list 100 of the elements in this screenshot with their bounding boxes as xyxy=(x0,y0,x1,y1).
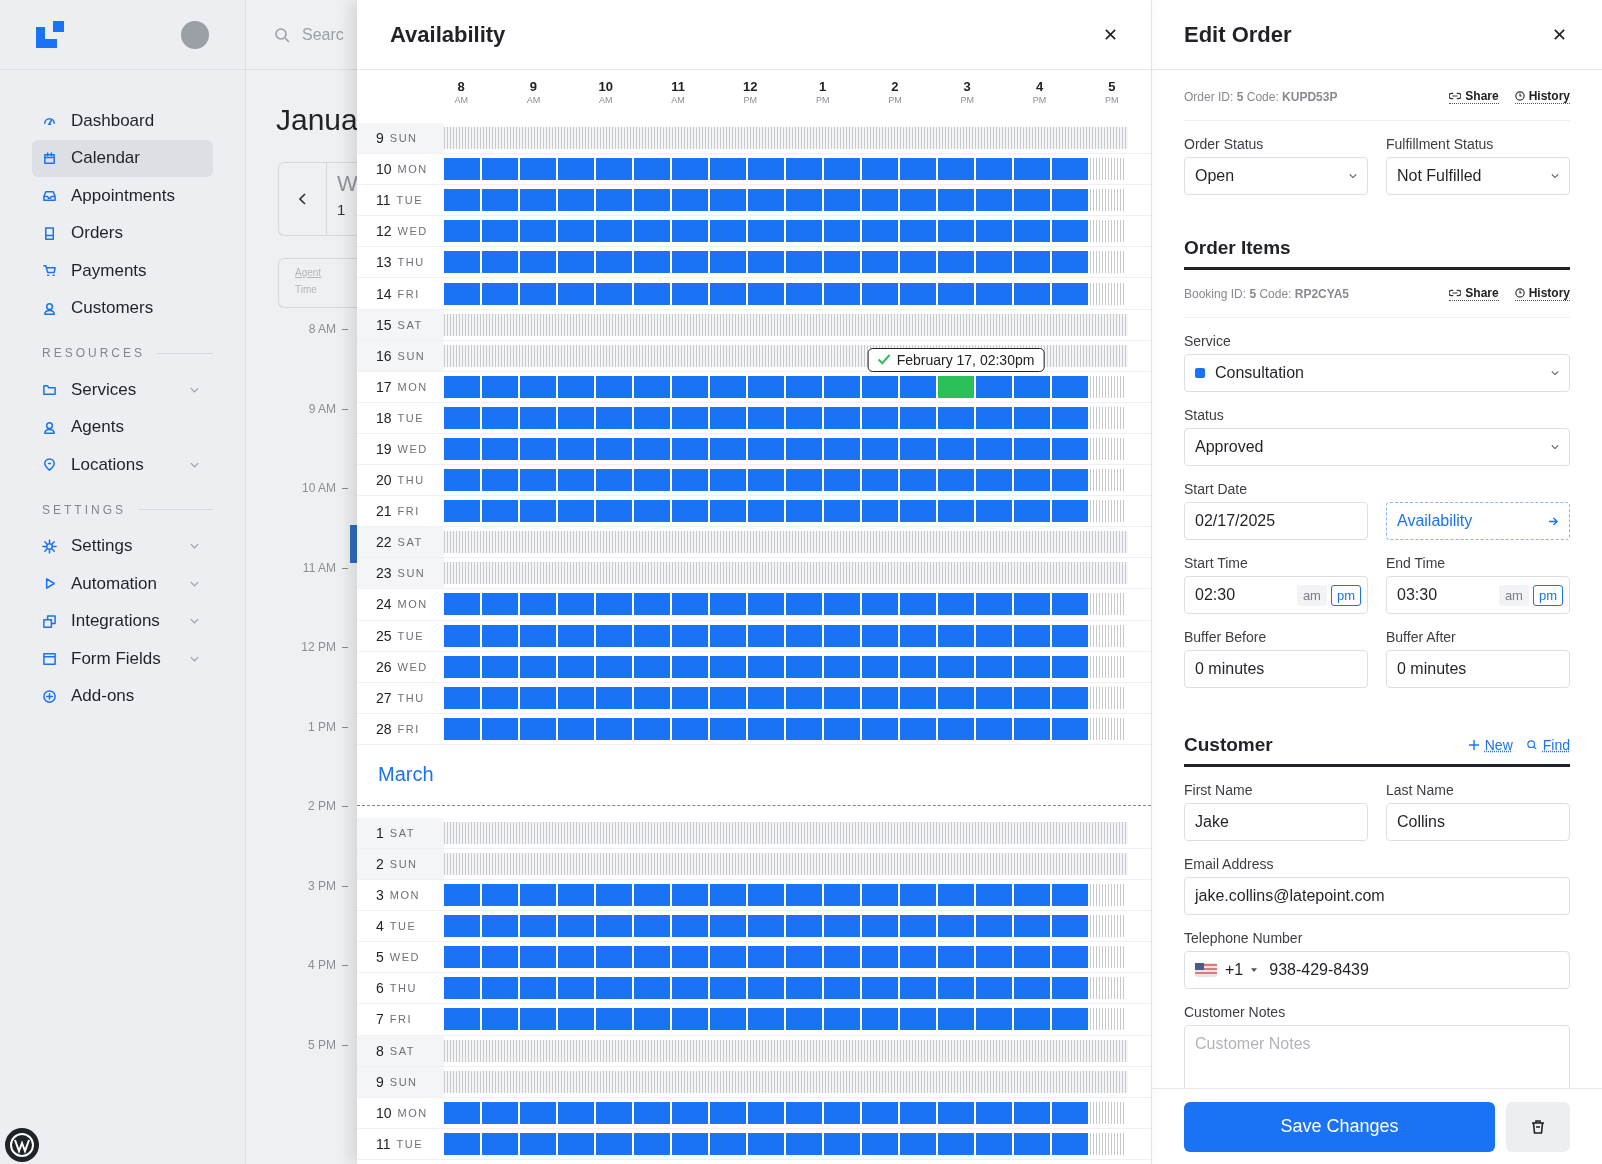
time-slot[interactable] xyxy=(520,251,556,274)
time-slot[interactable] xyxy=(710,884,746,907)
time-slot[interactable] xyxy=(596,406,632,429)
time-slot[interactable] xyxy=(672,1101,708,1124)
time-slot[interactable] xyxy=(596,915,632,938)
time-slot[interactable] xyxy=(824,655,860,678)
time-slot[interactable] xyxy=(900,915,936,938)
time-slot[interactable] xyxy=(862,593,898,616)
time-slot[interactable] xyxy=(482,884,518,907)
time-slot[interactable] xyxy=(520,1132,556,1155)
time-slot[interactable] xyxy=(710,946,746,969)
time-slot[interactable] xyxy=(976,655,1012,678)
time-slot[interactable] xyxy=(976,1101,1012,1124)
time-slot[interactable] xyxy=(748,915,784,938)
time-slot[interactable] xyxy=(1052,1008,1088,1031)
time-slot[interactable] xyxy=(596,686,632,709)
time-slot[interactable] xyxy=(824,717,860,740)
time-slot[interactable] xyxy=(634,655,670,678)
time-slot[interactable] xyxy=(1052,282,1088,305)
date-field[interactable]: 02/17/2025 xyxy=(1184,502,1368,540)
time-slot[interactable] xyxy=(862,158,898,181)
time-slot[interactable] xyxy=(1052,1101,1088,1124)
time-slot[interactable] xyxy=(748,977,784,1000)
time-slot[interactable] xyxy=(976,189,1012,212)
time-slot[interactable] xyxy=(938,655,974,678)
time-slot[interactable] xyxy=(634,624,670,647)
nav-item[interactable]: Dashboard xyxy=(32,102,213,140)
time-slot[interactable] xyxy=(786,189,822,212)
time-slot[interactable] xyxy=(938,500,974,523)
time-slot[interactable] xyxy=(596,884,632,907)
time-slot[interactable] xyxy=(596,1132,632,1155)
time-slot[interactable] xyxy=(596,469,632,492)
time-slot[interactable] xyxy=(748,406,784,429)
time-slot[interactable] xyxy=(976,624,1012,647)
time-slot[interactable] xyxy=(710,1101,746,1124)
time-slot[interactable] xyxy=(596,977,632,1000)
time-slot[interactable] xyxy=(520,282,556,305)
time-slot[interactable] xyxy=(710,624,746,647)
time-slot[interactable] xyxy=(900,624,936,647)
time-slot[interactable] xyxy=(1014,406,1050,429)
time-slot[interactable] xyxy=(786,282,822,305)
share-link[interactable]: Share xyxy=(1449,286,1499,301)
service-select[interactable]: Consultation xyxy=(1184,354,1570,392)
time-slot[interactable] xyxy=(672,1008,708,1031)
time-slot[interactable] xyxy=(976,282,1012,305)
time-slot[interactable] xyxy=(710,1132,746,1155)
time-slot[interactable] xyxy=(520,1101,556,1124)
time-slot[interactable] xyxy=(824,500,860,523)
time-slot[interactable] xyxy=(634,406,670,429)
availability-button[interactable]: Availability xyxy=(1386,502,1570,540)
time-slot[interactable] xyxy=(1052,251,1088,274)
time-slot[interactable] xyxy=(710,655,746,678)
time-slot[interactable] xyxy=(672,593,708,616)
time-slot[interactable] xyxy=(482,915,518,938)
time-slot[interactable] xyxy=(824,158,860,181)
time-slot[interactable] xyxy=(634,158,670,181)
time-slot[interactable] xyxy=(482,977,518,1000)
time-slot[interactable] xyxy=(1052,593,1088,616)
time-slot[interactable] xyxy=(520,915,556,938)
time-slot[interactable] xyxy=(558,624,594,647)
time-slot[interactable] xyxy=(1052,1132,1088,1155)
time-slot[interactable] xyxy=(710,220,746,243)
time-slot[interactable] xyxy=(824,282,860,305)
time-slot[interactable] xyxy=(558,406,594,429)
time-slot[interactable] xyxy=(482,1008,518,1031)
time-slot[interactable] xyxy=(824,1008,860,1031)
time-slot[interactable] xyxy=(900,655,936,678)
time-slot[interactable] xyxy=(938,946,974,969)
time-slot[interactable] xyxy=(976,1008,1012,1031)
time-slot[interactable] xyxy=(482,500,518,523)
time-slot[interactable] xyxy=(748,884,784,907)
time-slot[interactable] xyxy=(520,884,556,907)
time-slot[interactable] xyxy=(900,1008,936,1031)
time-slot[interactable] xyxy=(634,375,670,398)
time-slot[interactable] xyxy=(596,220,632,243)
time-slot[interactable] xyxy=(824,977,860,1000)
time-slot[interactable] xyxy=(976,593,1012,616)
time-slot[interactable] xyxy=(520,469,556,492)
time-slot[interactable] xyxy=(520,375,556,398)
avatar[interactable] xyxy=(181,20,209,49)
time-slot[interactable] xyxy=(596,717,632,740)
time-slot[interactable] xyxy=(786,915,822,938)
time-slot[interactable] xyxy=(520,655,556,678)
period-toggle[interactable]: pm xyxy=(1532,584,1563,606)
time-slot[interactable] xyxy=(558,1008,594,1031)
time-slot[interactable] xyxy=(710,375,746,398)
time-slot[interactable] xyxy=(634,282,670,305)
time-slot[interactable] xyxy=(1014,717,1050,740)
time-slot[interactable] xyxy=(938,593,974,616)
time-slot[interactable] xyxy=(824,686,860,709)
time-slot[interactable] xyxy=(672,884,708,907)
time-slot[interactable] xyxy=(444,1132,480,1155)
time-slot[interactable] xyxy=(672,655,708,678)
time-slot[interactable] xyxy=(634,1132,670,1155)
time-slot[interactable] xyxy=(444,686,480,709)
time-slot[interactable] xyxy=(482,593,518,616)
time-slot[interactable] xyxy=(862,977,898,1000)
time-slot[interactable] xyxy=(938,282,974,305)
time-slot[interactable] xyxy=(1052,686,1088,709)
time-slot[interactable] xyxy=(938,717,974,740)
